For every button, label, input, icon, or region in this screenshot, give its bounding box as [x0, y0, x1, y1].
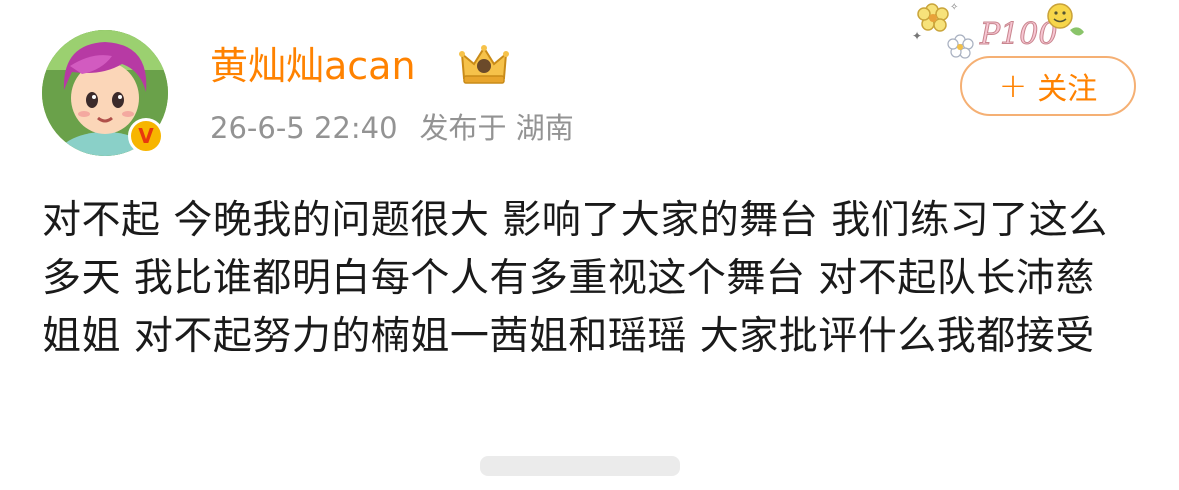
post-timestamp: 26-6-5 22:40 [210, 111, 398, 145]
svg-text:✧: ✧ [950, 2, 958, 13]
vip-crown-icon[interactable] [458, 44, 510, 86]
follow-button[interactable]: + 关注 [960, 56, 1136, 116]
svg-text:✦: ✦ [912, 29, 922, 43]
post-location: 发布于 湖南 [419, 111, 574, 145]
post-content: 对不起 今晚我的问题很大 影响了大家的舞台 我们练习了这么多天 我比谁都明白每个… [42, 198, 1108, 359]
post-meta: 26-6-5 22:40 发布于 湖南 [210, 108, 574, 148]
plus-icon: + [998, 66, 1028, 106]
verified-v-badge: V [128, 118, 164, 154]
watermark-icon [480, 456, 680, 476]
author-name[interactable]: 黄灿灿acan [210, 40, 416, 92]
svg-text:P100: P100 [979, 17, 1057, 52]
follow-label: 关注 [1037, 72, 1098, 107]
flower-sticker-icon: P100 ✦ ✧ [912, 2, 1084, 59]
